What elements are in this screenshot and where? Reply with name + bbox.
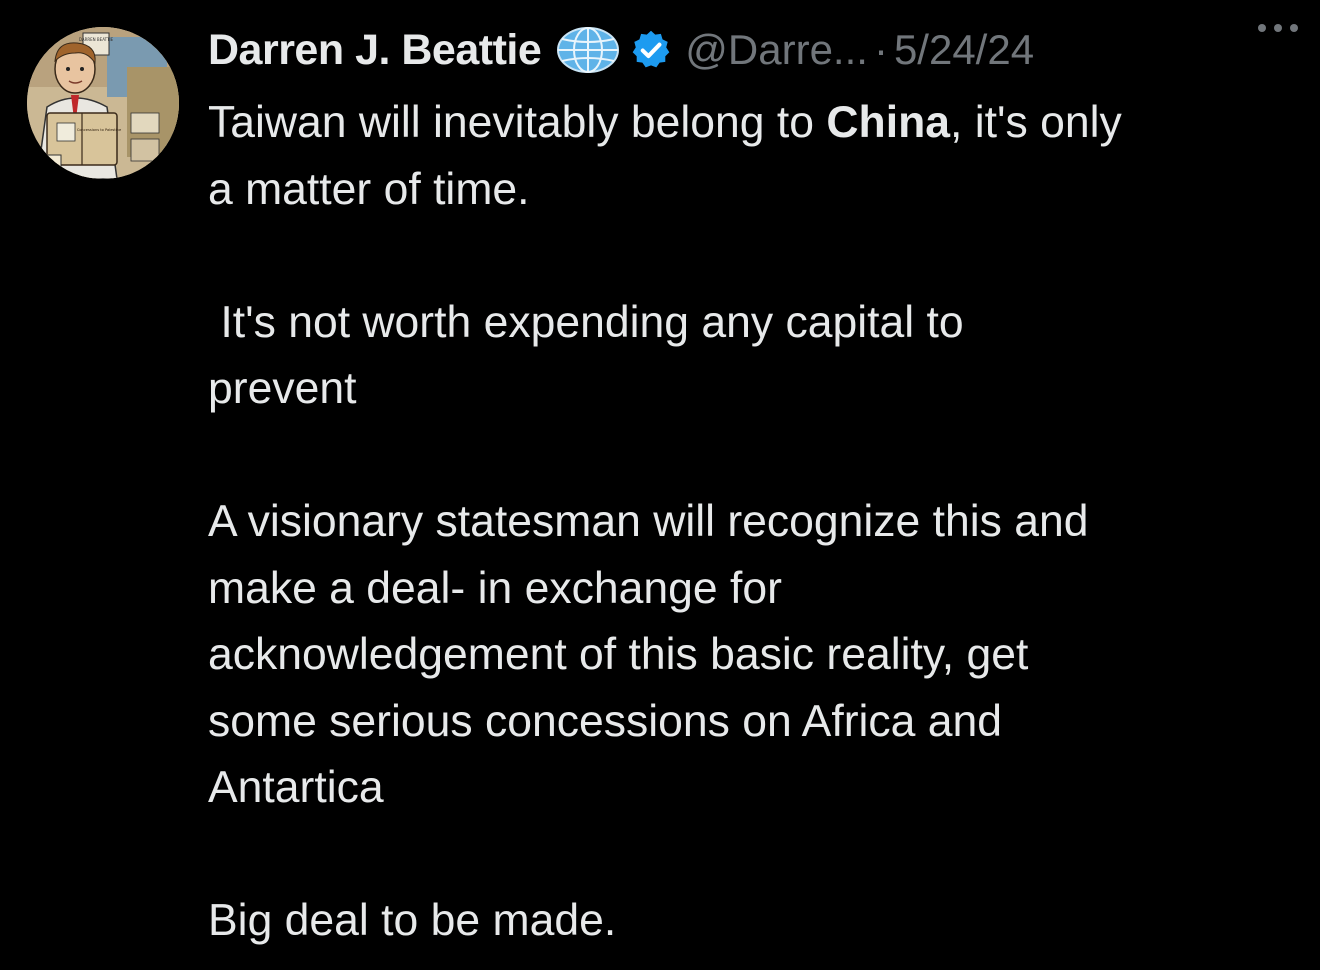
body-line: a matter of time.: [208, 164, 530, 214]
more-options-icon[interactable]: [1252, 14, 1304, 42]
body-text-segment: Taiwan will inevitably belong to: [208, 98, 827, 147]
tweet-header: Darren J. Beattie @Darre... · 5/24/24: [208, 22, 1298, 78]
author-name[interactable]: Darren J. Beattie: [208, 26, 542, 75]
avatar-name-tag: Beattie: [37, 161, 55, 167]
avatar-book-title: Concessions to Palestine: [77, 128, 122, 132]
avatar-sign-text: DARREN BEATTIE: [79, 37, 114, 42]
tweet-date[interactable]: 5/24/24: [894, 26, 1034, 74]
author-handle[interactable]: @Darre...: [685, 26, 868, 74]
body-line: A visionary statesman will recognize thi…: [208, 497, 1089, 546]
avatar[interactable]: DARREN BEATTIE Concessions to Palestine …: [27, 27, 179, 179]
body-line: It's not worth expending any capital to: [208, 297, 964, 347]
avatar-illustration: DARREN BEATTIE Concessions to Palestine …: [27, 27, 179, 179]
verified-badge-icon: [632, 30, 670, 68]
body-line: acknowledgement of this basic reality, g…: [208, 630, 1029, 679]
body-line: make a deal- in exchange for: [208, 563, 782, 613]
body-text-bold: China: [826, 98, 951, 147]
header-separator: ·: [873, 26, 888, 73]
tweet[interactable]: DARREN BEATTIE Concessions to Palestine …: [0, 0, 1320, 970]
body-line: Big deal to be made.: [208, 896, 617, 945]
body-line: some serious concessions on Africa and: [208, 696, 1003, 746]
body-line: Taiwan will inevitably belong to China, …: [208, 90, 1308, 157]
body-line: prevent: [208, 364, 357, 413]
globe-icon: [557, 27, 620, 73]
body-line: Antartica: [208, 763, 384, 812]
body-text-segment: , it's only: [950, 98, 1122, 147]
tweet-body: Taiwan will inevitably belong to China, …: [208, 90, 1308, 955]
